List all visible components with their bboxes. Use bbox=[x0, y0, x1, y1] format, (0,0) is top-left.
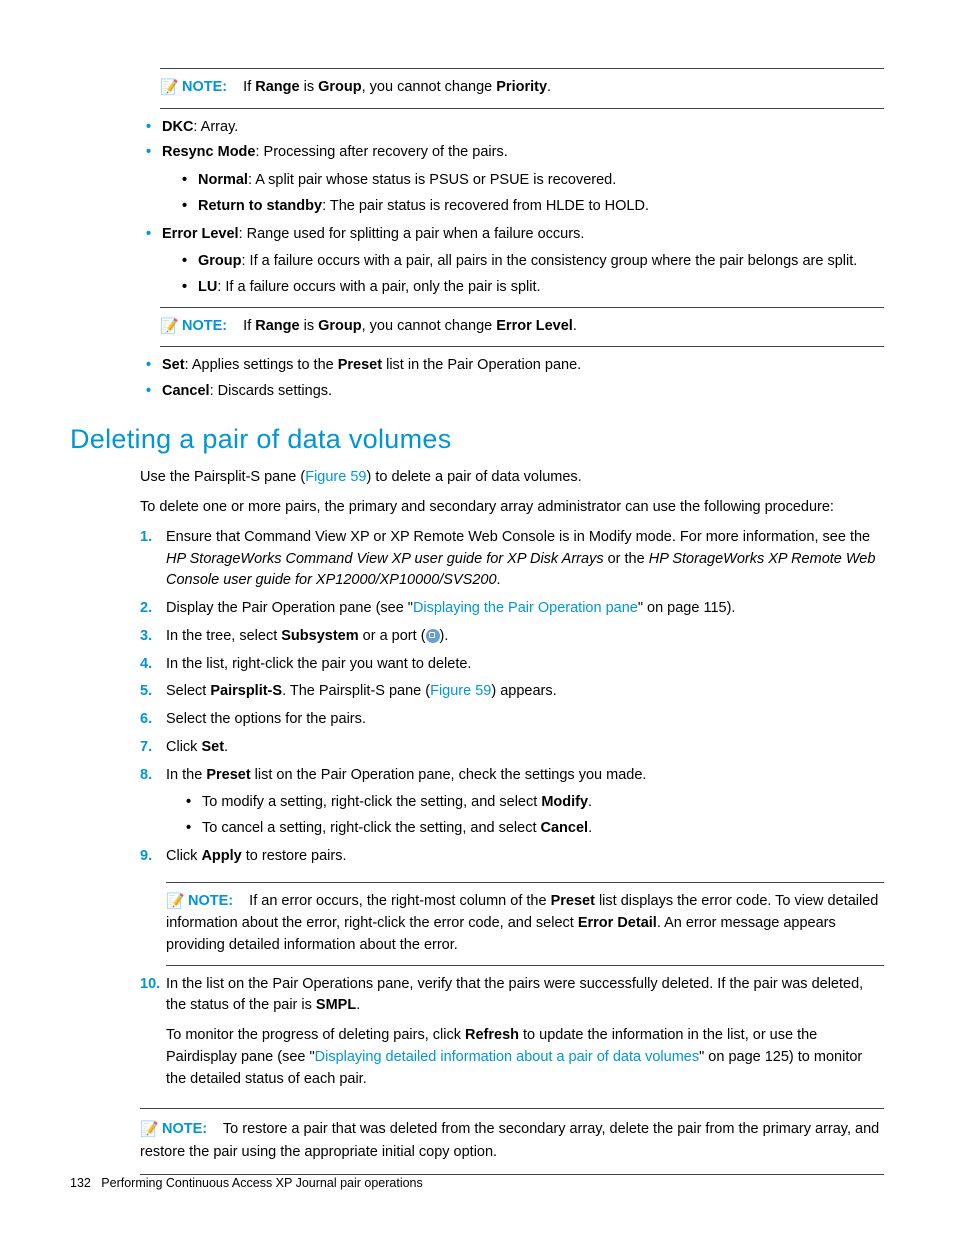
step-8: In the Preset list on the Pair Operation… bbox=[140, 765, 884, 840]
step-2: Display the Pair Operation pane (see "Di… bbox=[140, 598, 884, 620]
detail-link[interactable]: Displaying detailed information about a … bbox=[315, 1049, 699, 1065]
nested-list: To modify a setting, right-click the set… bbox=[180, 792, 884, 840]
note-icon: 📝 bbox=[160, 77, 178, 100]
list-item: Resync Mode: Processing after recovery o… bbox=[140, 142, 884, 217]
note-label: NOTE: bbox=[162, 1121, 207, 1137]
procedure-intro: To delete one or more pairs, the primary… bbox=[140, 497, 884, 519]
step-4: In the list, right-click the pair you wa… bbox=[140, 654, 884, 676]
intro-paragraph: Use the Pairsplit-S pane (Figure 59) to … bbox=[140, 467, 884, 489]
step-1: Ensure that Command View XP or XP Remote… bbox=[140, 527, 884, 592]
nested-list: Normal: A split pair whose status is PSU… bbox=[176, 170, 884, 218]
note-text: If Range is Group, you cannot change Pri… bbox=[243, 79, 551, 95]
figure-link[interactable]: Figure 59 bbox=[305, 469, 366, 485]
list-item: Error Level: Range used for splitting a … bbox=[140, 224, 884, 299]
note-text: If an error occurs, the right-most colum… bbox=[166, 893, 878, 953]
list-item: Normal: A split pair whose status is PSU… bbox=[176, 170, 884, 192]
step-3: In the tree, select Subsystem or a port … bbox=[140, 626, 884, 648]
set-cancel-list: Set: Applies settings to the Preset list… bbox=[140, 355, 884, 403]
step-10: In the list on the Pair Operations pane,… bbox=[140, 974, 884, 1091]
list-item: To cancel a setting, right-click the set… bbox=[180, 818, 884, 840]
definition-list: DKC: Array. Resync Mode: Processing afte… bbox=[140, 117, 884, 299]
page-footer: 132 Performing Continuous Access XP Jour… bbox=[70, 1174, 423, 1193]
step-9: Click Apply to restore pairs. 📝 NOTE: If… bbox=[140, 846, 884, 966]
list-item: Cancel: Discards settings. bbox=[140, 381, 884, 403]
divider bbox=[140, 1108, 884, 1109]
divider bbox=[160, 307, 884, 308]
divider bbox=[166, 882, 884, 883]
divider bbox=[160, 346, 884, 347]
sub-paragraph: To monitor the progress of deleting pair… bbox=[166, 1025, 884, 1090]
divider bbox=[160, 108, 884, 109]
document-page: 📝 NOTE: If Range is Group, you cannot ch… bbox=[0, 0, 954, 1225]
note-label: NOTE: bbox=[188, 893, 233, 909]
page-number: 132 bbox=[70, 1176, 91, 1190]
figure-link[interactable]: Figure 59 bbox=[430, 683, 491, 699]
nested-list: Group: If a failure occurs with a pair, … bbox=[176, 251, 884, 299]
step-5: Select Pairsplit-S. The Pairsplit-S pane… bbox=[140, 681, 884, 703]
list-item: Set: Applies settings to the Preset list… bbox=[140, 355, 884, 377]
note-text: If Range is Group, you cannot change Err… bbox=[243, 318, 577, 334]
list-item: Return to standby: The pair status is re… bbox=[176, 196, 884, 218]
step-7: Click Set. bbox=[140, 737, 884, 759]
note-block-error-level: 📝 NOTE: If Range is Group, you cannot ch… bbox=[160, 316, 884, 339]
procedure-steps: Ensure that Command View XP or XP Remote… bbox=[140, 527, 884, 1091]
note-text: To restore a pair that was deleted from … bbox=[140, 1121, 879, 1160]
note-label: NOTE: bbox=[182, 318, 227, 334]
note-icon: 📝 bbox=[166, 891, 184, 914]
content-area: 📝 NOTE: If Range is Group, you cannot ch… bbox=[140, 68, 884, 1175]
divider bbox=[166, 965, 884, 966]
list-item: DKC: Array. bbox=[140, 117, 884, 139]
list-item: To modify a setting, right-click the set… bbox=[180, 792, 884, 814]
footer-title: Performing Continuous Access XP Journal … bbox=[101, 1176, 422, 1190]
note-block-restore: 📝 NOTE: To restore a pair that was delet… bbox=[140, 1119, 884, 1163]
note-block-priority: 📝 NOTE: If Range is Group, you cannot ch… bbox=[160, 77, 884, 100]
note-icon: 📝 bbox=[160, 316, 178, 339]
list-item: Group: If a failure occurs with a pair, … bbox=[176, 251, 884, 273]
divider bbox=[160, 68, 884, 69]
note-label: NOTE: bbox=[182, 79, 227, 95]
note-block-error: 📝 NOTE: If an error occurs, the right-mo… bbox=[166, 891, 884, 957]
port-icon bbox=[426, 629, 440, 643]
list-item: LU: If a failure occurs with a pair, onl… bbox=[176, 277, 884, 299]
pane-link[interactable]: Displaying the Pair Operation pane bbox=[413, 600, 638, 616]
section-heading: Deleting a pair of data volumes bbox=[70, 419, 884, 460]
step-6: Select the options for the pairs. bbox=[140, 709, 884, 731]
note-icon: 📝 bbox=[140, 1119, 158, 1142]
